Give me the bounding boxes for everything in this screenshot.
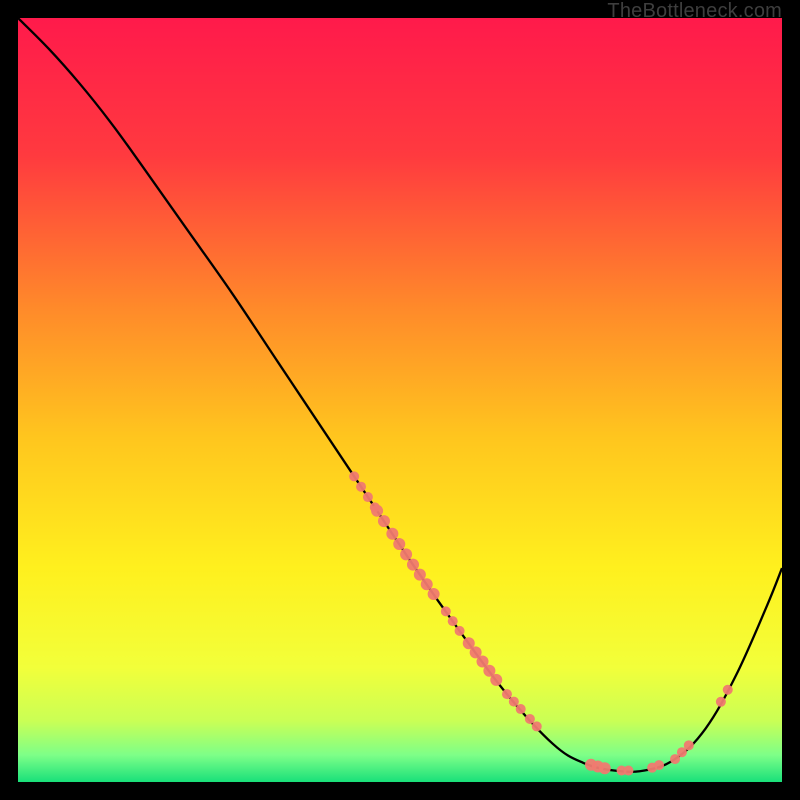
data-point <box>455 626 465 636</box>
data-point <box>400 548 412 560</box>
data-point <box>516 704 526 714</box>
data-point <box>407 559 419 571</box>
data-point <box>723 685 733 695</box>
data-point <box>356 482 366 492</box>
chart-svg <box>18 18 782 782</box>
data-point <box>532 721 542 731</box>
data-point <box>509 697 519 707</box>
data-point <box>371 505 383 517</box>
data-point <box>684 740 694 750</box>
data-point <box>428 588 440 600</box>
data-point <box>525 714 535 724</box>
chart-background <box>18 18 782 782</box>
data-point <box>414 569 426 581</box>
data-point <box>363 492 373 502</box>
data-point <box>448 616 458 626</box>
data-point <box>393 538 405 550</box>
data-point <box>623 766 633 776</box>
data-point <box>349 471 359 481</box>
data-point <box>421 578 433 590</box>
data-point <box>378 515 390 527</box>
chart-plot-area <box>18 18 782 782</box>
data-point <box>599 762 611 774</box>
data-point <box>502 689 512 699</box>
data-point <box>386 528 398 540</box>
data-point <box>490 674 502 686</box>
chart-frame: TheBottleneck.com <box>0 0 800 800</box>
data-point <box>441 606 451 616</box>
data-point <box>654 760 664 770</box>
data-point <box>716 697 726 707</box>
